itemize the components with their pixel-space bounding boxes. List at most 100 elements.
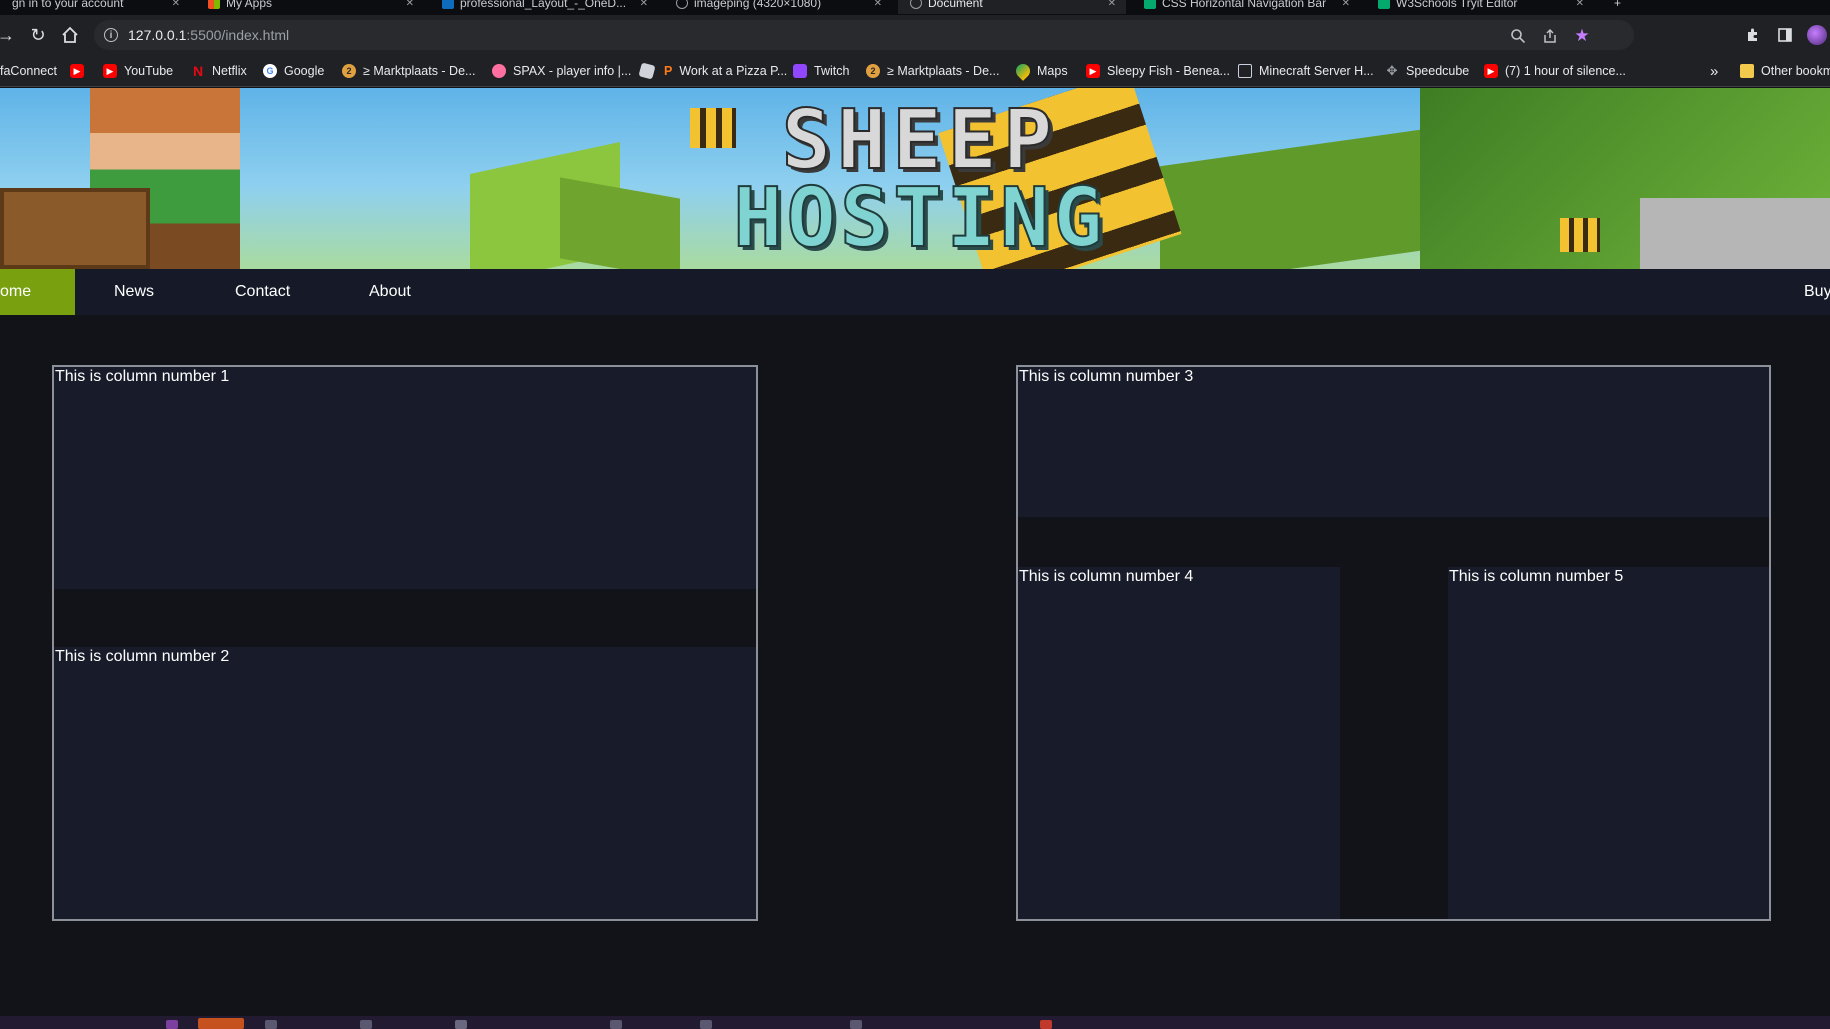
home-icon[interactable] bbox=[56, 21, 84, 49]
reload-icon[interactable]: ↻ bbox=[24, 21, 52, 49]
bookmark-faconnect[interactable]: faConnect bbox=[0, 61, 57, 81]
bookmark-label: Google bbox=[284, 64, 325, 78]
share-icon[interactable] bbox=[1540, 26, 1560, 46]
tab-label: gn in to your account bbox=[12, 0, 124, 10]
bookmark-label: Speedcube bbox=[1406, 64, 1470, 78]
bookmark-google[interactable]: G Google bbox=[263, 61, 324, 81]
taskbar-app-icon[interactable] bbox=[360, 1020, 372, 1029]
tab-label: professional_Layout_-_OneD... bbox=[460, 0, 627, 10]
new-tab-button[interactable]: + bbox=[1606, 0, 1636, 14]
tab-label: W3Schools Tryit Editor bbox=[1396, 0, 1518, 10]
bookmark-marktplaats-2[interactable]: 2 ≥ Marktplaats - De... bbox=[866, 61, 999, 81]
url-path: :5500/index.html bbox=[186, 27, 290, 43]
bookmark-label: (7) 1 hour of silence... bbox=[1505, 64, 1626, 78]
bookmark-netflix[interactable]: N Netflix bbox=[191, 61, 247, 81]
taskbar-app-icon[interactable] bbox=[198, 1018, 244, 1029]
tab-label: My Apps bbox=[226, 0, 273, 10]
bookmark-youtube-short[interactable]: ▶ bbox=[70, 61, 84, 81]
windows-icon bbox=[208, 0, 220, 9]
nav-news[interactable]: News bbox=[114, 269, 154, 315]
bookmark-twitch[interactable]: Twitch bbox=[793, 61, 849, 81]
taskbar-app-icon[interactable] bbox=[166, 1020, 178, 1029]
close-icon[interactable]: ✕ bbox=[1342, 0, 1350, 9]
nav-home[interactable]: ome bbox=[0, 269, 75, 315]
bookmark-maps[interactable]: Maps bbox=[1013, 61, 1068, 81]
marktplaats-icon: 2 bbox=[342, 64, 356, 78]
tab-tryit[interactable]: W3Schools Tryit Editor ✕ bbox=[1366, 0, 1594, 14]
bookmark-youtube[interactable]: ▶ YouTube bbox=[103, 61, 173, 81]
folder-icon bbox=[1740, 64, 1754, 78]
taskbar-app-icon[interactable] bbox=[700, 1020, 712, 1029]
bookmarks-overflow-button[interactable]: » bbox=[1710, 61, 1718, 81]
close-icon[interactable]: ✕ bbox=[640, 0, 648, 9]
bookmark-label: YouTube bbox=[124, 64, 174, 78]
grass-block-art bbox=[1160, 129, 1420, 269]
youtube-icon: ▶ bbox=[1086, 64, 1100, 78]
profile-avatar-icon[interactable] bbox=[1806, 24, 1828, 46]
plus-icon: + bbox=[1614, 0, 1622, 10]
youtube-icon: ▶ bbox=[103, 64, 117, 78]
tab-onedrive[interactable]: professional_Layout_-_OneD... ✕ bbox=[430, 0, 658, 14]
zoom-icon[interactable] bbox=[1508, 26, 1528, 46]
tab-sign-in[interactable]: gn in to your account ✕ bbox=[0, 0, 190, 14]
netflix-icon: N bbox=[192, 63, 204, 79]
spax-icon bbox=[492, 64, 506, 78]
close-icon[interactable]: ✕ bbox=[1576, 0, 1584, 9]
close-icon[interactable]: ✕ bbox=[406, 0, 414, 9]
taskbar-app-icon[interactable] bbox=[1040, 1020, 1052, 1029]
globe-icon bbox=[676, 0, 688, 9]
column-5-text: This is column number 5 bbox=[1449, 568, 1624, 585]
maps-pin-icon bbox=[1013, 61, 1033, 81]
os-taskbar bbox=[0, 1016, 1830, 1029]
tab-label: CSS Horizontal Navigation Bar bbox=[1162, 0, 1327, 10]
forward-arrow-icon[interactable]: → bbox=[0, 21, 20, 49]
extensions-icon[interactable] bbox=[1742, 24, 1764, 46]
bookmark-roblox[interactable] bbox=[638, 61, 656, 81]
address-bar[interactable]: i 127.0.0.1:5500/index.html ★ bbox=[94, 20, 1634, 50]
grass-block-art bbox=[1640, 198, 1830, 269]
bookmark-speedcube[interactable]: ✥ Speedcube bbox=[1385, 61, 1470, 81]
web-page: SHEEP HOSTING ome News Contact About Buy… bbox=[0, 88, 1830, 1016]
bookmark-pizza[interactable]: P Work at a Pizza P... bbox=[664, 61, 787, 81]
bee-art bbox=[1560, 218, 1600, 252]
nav-about[interactable]: About bbox=[369, 269, 411, 315]
close-icon[interactable]: ✕ bbox=[874, 0, 882, 9]
tab-my-apps[interactable]: My Apps ✕ bbox=[196, 0, 424, 14]
taskbar-app-icon[interactable] bbox=[610, 1020, 622, 1029]
bookmark-sleepy-fish[interactable]: ▶ Sleepy Fish - Benea... bbox=[1086, 61, 1230, 81]
globe-icon bbox=[910, 0, 922, 9]
bookmarks-bar: faConnect ▶ ▶ YouTube N Netflix G Google… bbox=[0, 55, 1830, 87]
bookmark-label: SPAX - player info |... bbox=[513, 64, 632, 78]
url-host: 127.0.0.1 bbox=[128, 27, 187, 43]
taskbar-app-icon[interactable] bbox=[455, 1020, 467, 1029]
youtube-icon: ▶ bbox=[70, 64, 84, 78]
bookmark-label: Sleepy Fish - Benea... bbox=[1107, 64, 1230, 78]
bookmark-silence[interactable]: ▶ (7) 1 hour of silence... bbox=[1484, 61, 1626, 81]
taskbar-app-icon[interactable] bbox=[265, 1020, 277, 1029]
nav-buy[interactable]: Buy bbox=[1804, 269, 1830, 315]
grass-block-art bbox=[560, 177, 680, 269]
close-icon[interactable]: ✕ bbox=[172, 0, 180, 9]
roblox-icon bbox=[638, 62, 656, 80]
close-icon[interactable]: ✕ bbox=[1108, 0, 1116, 9]
bookmark-star-icon[interactable]: ★ bbox=[1572, 26, 1592, 46]
bookmark-minecraft-server[interactable]: Minecraft Server H... bbox=[1238, 61, 1374, 81]
cube-icon bbox=[1238, 64, 1252, 78]
bookmark-marktplaats-1[interactable]: 2 ≥ Marktplaats - De... bbox=[342, 61, 475, 81]
youtube-icon: ▶ bbox=[1484, 64, 1498, 78]
tab-label: imageping (4320×1080) bbox=[694, 0, 822, 10]
speedcube-icon: ✥ bbox=[1386, 63, 1398, 78]
google-icon: G bbox=[263, 64, 277, 78]
side-panel-icon[interactable] bbox=[1774, 24, 1796, 46]
hero-banner: SHEEP HOSTING bbox=[0, 88, 1830, 269]
tab-css-navbar[interactable]: CSS Horizontal Navigation Bar ✕ bbox=[1132, 0, 1360, 14]
info-icon[interactable]: i bbox=[104, 28, 118, 42]
tab-imageping[interactable]: imageping (4320×1080) ✕ bbox=[664, 0, 892, 14]
bookmark-label: Netflix bbox=[212, 64, 247, 78]
taskbar-app-icon[interactable] bbox=[850, 1020, 862, 1029]
logo-line-1: SHEEP bbox=[781, 93, 1059, 188]
bookmark-spax[interactable]: SPAX - player info |... bbox=[492, 61, 631, 81]
tab-document[interactable]: Document ✕ bbox=[898, 0, 1126, 14]
nav-contact[interactable]: Contact bbox=[235, 269, 290, 315]
other-bookmarks-folder[interactable]: Other bookm bbox=[1740, 61, 1830, 81]
